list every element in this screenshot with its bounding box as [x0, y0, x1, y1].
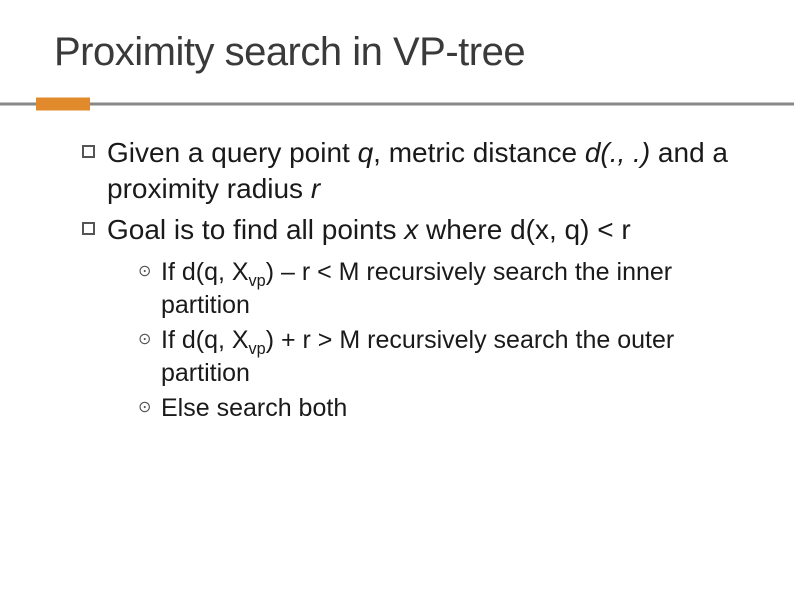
sub-bullet-text: If d(q, Xvp) + r > M recursively search …	[161, 324, 734, 390]
divider-accent	[36, 98, 90, 111]
sub-bullet-text: Else search both	[161, 392, 734, 425]
sub-bullet-item: ⊙ If d(q, Xvp) – r < M recursively searc…	[138, 256, 734, 322]
circle-dot-bullet-icon: ⊙	[138, 332, 151, 390]
circle-dot-bullet-icon: ⊙	[138, 264, 151, 322]
slide: Proximity search in VP-tree Given a quer…	[0, 0, 794, 595]
circle-dot-bullet-icon: ⊙	[138, 400, 151, 425]
bullet-item: Given a query point q, metric distance d…	[82, 135, 734, 208]
title-divider	[0, 99, 794, 109]
slide-content: Given a query point q, metric distance d…	[50, 135, 744, 425]
sub-bullet-item: ⊙ If d(q, Xvp) + r > M recursively searc…	[138, 324, 734, 390]
square-bullet-icon	[82, 222, 95, 235]
sub-bullet-item: ⊙ Else search both	[138, 392, 734, 425]
bullet-text: Given a query point q, metric distance d…	[107, 135, 734, 208]
divider-line	[0, 103, 794, 106]
square-bullet-icon	[82, 145, 95, 158]
slide-title: Proximity search in VP-tree	[50, 30, 744, 75]
bullet-item: Goal is to find all points x where d(x, …	[82, 212, 734, 248]
bullet-text: Goal is to find all points x where d(x, …	[107, 212, 734, 248]
sub-bullet-group: ⊙ If d(q, Xvp) – r < M recursively searc…	[82, 256, 734, 425]
sub-bullet-text: If d(q, Xvp) – r < M recursively search …	[161, 256, 734, 322]
